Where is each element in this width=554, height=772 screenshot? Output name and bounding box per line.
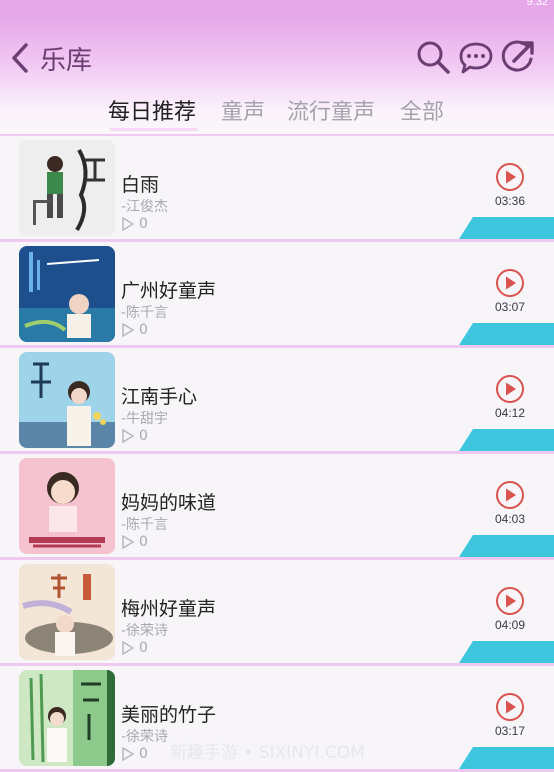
song-title: 梅州好童声	[121, 598, 217, 620]
corner-tag	[459, 217, 554, 239]
tab-daily[interactable]: 每日推荐	[108, 94, 196, 126]
tab-all[interactable]: 全部	[400, 94, 444, 126]
play-icon[interactable]	[495, 268, 525, 298]
play-count-icon	[122, 428, 135, 444]
play-icon[interactable]	[495, 374, 525, 404]
play-count: 0	[121, 216, 148, 232]
song-artist: -陈千言	[121, 305, 169, 321]
corner-tag	[459, 323, 554, 345]
song-title: 白雨	[121, 174, 160, 196]
song-artist: -江俊杰	[121, 199, 169, 215]
song-duration: 03:07	[495, 300, 526, 314]
corner-tag	[459, 747, 554, 769]
song-row[interactable]: 妈妈的味道 -陈千言 0 04:03	[0, 454, 554, 560]
play-count-value: 0	[139, 640, 148, 656]
active-tab-indicator	[110, 128, 198, 131]
play-count-icon	[122, 534, 135, 550]
play-icon[interactable]	[495, 586, 525, 616]
song-artist: -牛甜宇	[121, 411, 169, 427]
song-title: 江南手心	[121, 386, 198, 408]
chevron-left-icon	[12, 43, 28, 73]
play-count: 0	[121, 640, 148, 656]
song-artist: -徐荣诗	[121, 623, 169, 639]
play-count-value: 0	[139, 216, 148, 232]
song-duration: 03:17	[495, 724, 526, 738]
play-icon[interactable]	[495, 162, 525, 192]
play-icon[interactable]	[495, 692, 525, 722]
album-cover	[19, 564, 115, 660]
album-cover	[19, 246, 115, 342]
tab-child-voice[interactable]: 童声	[221, 94, 265, 126]
back-button[interactable]: 乐库	[8, 38, 94, 78]
song-row[interactable]: 美丽的竹子 -徐荣诗 0 03:17	[0, 666, 554, 772]
play-count-value: 0	[139, 534, 148, 550]
song-duration: 04:09	[495, 618, 526, 632]
album-cover	[19, 352, 115, 448]
search-icon[interactable]	[414, 38, 454, 78]
play-count-value: 0	[139, 322, 148, 338]
song-title: 妈妈的味道	[121, 492, 217, 514]
song-row[interactable]: 广州好童声 -陈千言 0 03:07	[0, 242, 554, 348]
play-count: 0	[121, 322, 148, 338]
corner-tag	[459, 641, 554, 663]
play-count-icon	[122, 746, 135, 762]
song-title: 广州好童声	[121, 280, 217, 302]
song-row[interactable]: 江南手心 -牛甜宇 0 04:12	[0, 348, 554, 454]
album-cover	[19, 140, 115, 236]
album-cover	[19, 670, 115, 766]
status-time: 9:32	[526, 0, 548, 8]
page-title: 乐库	[40, 45, 93, 76]
play-count-icon	[122, 322, 135, 338]
album-cover	[19, 458, 115, 554]
song-row[interactable]: 白雨 -江俊杰 0 03:36	[0, 136, 554, 242]
play-count: 0	[121, 428, 148, 444]
share-icon[interactable]	[498, 38, 538, 78]
song-duration: 03:36	[495, 194, 526, 208]
song-title: 美丽的竹子	[121, 704, 217, 726]
status-bar: 9:32	[0, 0, 554, 10]
tab-bar: 每日推荐 童声 流行童声 全部	[0, 88, 554, 134]
song-duration: 04:03	[495, 512, 526, 526]
play-count: 0	[121, 534, 148, 550]
song-row[interactable]: 梅州好童声 -徐荣诗 0 04:09	[0, 560, 554, 666]
play-count: 0	[121, 746, 148, 762]
app-header: 9:32 乐库 每日推荐 童声 流行童声 全部	[0, 0, 554, 138]
message-icon[interactable]	[456, 38, 496, 78]
song-list: 白雨 -江俊杰 0 03:36 广州好童声 -陈千言 0 03:07 江南手心 …	[0, 136, 554, 772]
tab-pop-child-voice[interactable]: 流行童声	[287, 94, 375, 126]
play-count-icon	[122, 216, 135, 232]
corner-tag	[459, 535, 554, 557]
play-count-icon	[122, 640, 135, 656]
play-count-value: 0	[139, 746, 148, 762]
play-icon[interactable]	[495, 480, 525, 510]
song-duration: 04:12	[495, 406, 526, 420]
play-count-value: 0	[139, 428, 148, 444]
song-artist: -徐荣诗	[121, 729, 169, 745]
corner-tag	[459, 429, 554, 451]
song-artist: -陈千言	[121, 517, 169, 533]
